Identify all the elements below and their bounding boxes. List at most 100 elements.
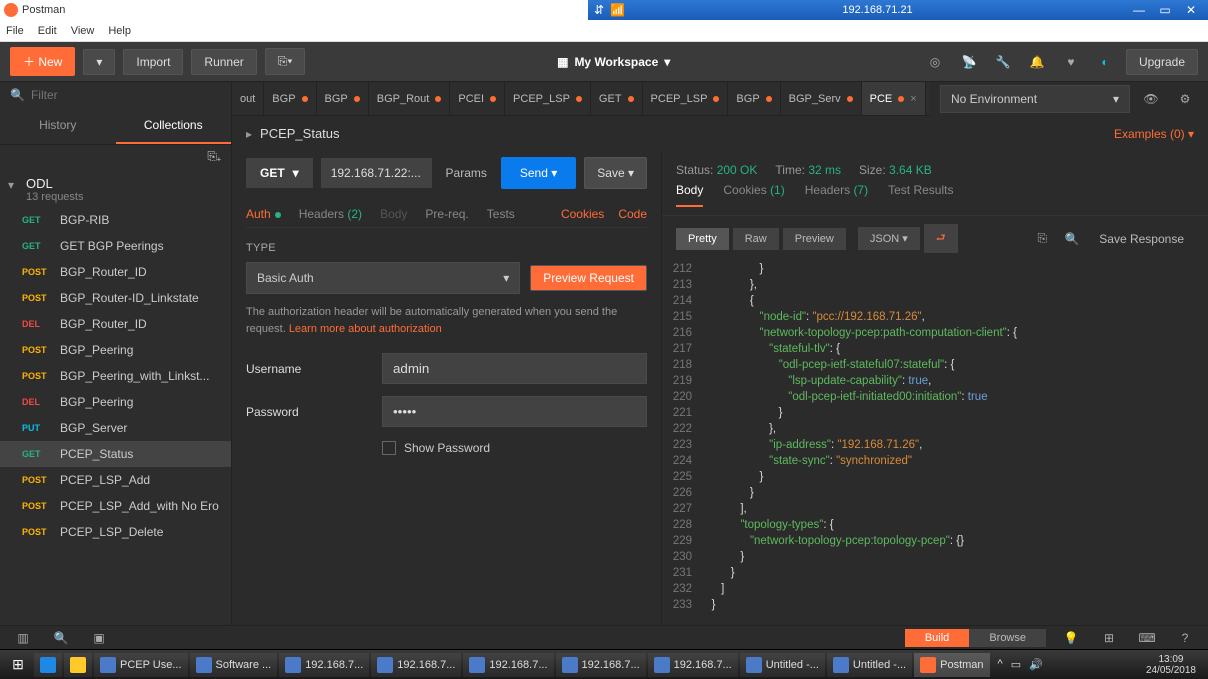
tab[interactable]: BGP_Rout: [369, 82, 451, 115]
params-button[interactable]: Params: [440, 158, 493, 188]
menu-help[interactable]: Help: [108, 25, 131, 37]
search-response-icon[interactable]: 🔍: [1059, 226, 1085, 252]
resp-tab-tests[interactable]: Test Results: [888, 183, 953, 207]
save-button[interactable]: Save ▾: [584, 157, 647, 189]
build-browse-switch[interactable]: Build Browse: [905, 629, 1046, 647]
tab[interactable]: PCEP_LSP: [643, 82, 729, 115]
close-button[interactable]: ✕: [1182, 3, 1200, 17]
user-icon[interactable]: ◐: [1092, 49, 1118, 75]
collection-header[interactable]: ▾ ODL 13 requests: [0, 168, 231, 207]
request-item[interactable]: DELBGP_Router_ID: [0, 311, 231, 337]
request-item[interactable]: POSTPCEP_LSP_Add: [0, 467, 231, 493]
heart-icon[interactable]: ♥: [1058, 49, 1084, 75]
code-link[interactable]: Code: [618, 207, 647, 221]
open-new-button[interactable]: ⎘▾: [265, 48, 306, 75]
examples-link[interactable]: Examples (0) ▾: [1114, 127, 1194, 141]
preview-request-button[interactable]: Preview Request: [530, 265, 647, 291]
tab-prereq[interactable]: Pre-req.: [425, 207, 468, 221]
request-item[interactable]: POSTBGP_Router-ID_Linkstate: [0, 285, 231, 311]
tab-collections[interactable]: Collections: [116, 108, 232, 144]
settings-icon[interactable]: 🔧: [990, 49, 1016, 75]
taskbar-item[interactable]: 192.168.7...: [279, 653, 369, 677]
tab[interactable]: GET: [591, 82, 643, 115]
taskbar-item[interactable]: Software ...: [190, 653, 278, 677]
chevron-right-icon[interactable]: ▸: [246, 127, 252, 141]
help-icon[interactable]: ?: [1172, 625, 1198, 651]
auth-type-select[interactable]: Basic Auth ▾: [246, 262, 520, 294]
taskbar-item[interactable]: Untitled -...: [740, 653, 825, 677]
taskbar-item[interactable]: Untitled -...: [827, 653, 912, 677]
cookies-link[interactable]: Cookies: [561, 207, 604, 221]
view-preview[interactable]: Preview: [783, 228, 846, 250]
save-response-button[interactable]: Save Response: [1089, 227, 1194, 251]
method-selector[interactable]: GET ▾: [246, 158, 313, 188]
tab-tests[interactable]: Tests: [487, 207, 515, 221]
tab-auth[interactable]: Auth: [246, 207, 281, 221]
password-field[interactable]: [382, 396, 647, 427]
new-collection-icon[interactable]: ⎘₊: [207, 149, 221, 164]
runner-button[interactable]: Runner: [191, 49, 256, 75]
environment-selector[interactable]: No Environment ▾: [940, 85, 1130, 113]
task-explorer[interactable]: [64, 653, 92, 677]
tab-history[interactable]: History: [0, 108, 116, 144]
request-item[interactable]: POSTBGP_Peering_with_Linkst...: [0, 363, 231, 389]
taskbar-item[interactable]: 192.168.7...: [371, 653, 461, 677]
tab[interactable]: BGP: [728, 82, 780, 115]
tab-headers[interactable]: Headers (2): [299, 207, 362, 221]
upgrade-button[interactable]: Upgrade: [1126, 49, 1198, 75]
show-password-checkbox[interactable]: [382, 441, 396, 455]
taskbar-item[interactable]: 192.168.7...: [463, 653, 553, 677]
resp-tab-body[interactable]: Body: [676, 183, 703, 207]
taskbar-item[interactable]: 192.168.7...: [556, 653, 646, 677]
import-button[interactable]: Import: [123, 49, 183, 75]
maximize-button[interactable]: ▭: [1156, 3, 1174, 17]
request-item[interactable]: GETPCEP_Status: [0, 441, 231, 467]
request-item[interactable]: POSTBGP_Router_ID: [0, 259, 231, 285]
pin-icon[interactable]: ⇵: [588, 3, 610, 17]
find-icon[interactable]: 🔍: [48, 625, 74, 651]
console-icon[interactable]: ▣: [86, 625, 112, 651]
bootcamp-icon[interactable]: 💡: [1058, 625, 1084, 651]
menu-file[interactable]: File: [6, 25, 24, 37]
capture-icon[interactable]: 📡: [956, 49, 982, 75]
filter-input[interactable]: [31, 88, 221, 102]
tab[interactable]: out: [232, 82, 264, 115]
minimize-button[interactable]: —: [1130, 3, 1148, 17]
view-raw[interactable]: Raw: [733, 228, 779, 250]
tab[interactable]: BGP: [264, 82, 316, 115]
request-item[interactable]: PUTBGP_Server: [0, 415, 231, 441]
request-item[interactable]: GETBGP-RIB: [0, 207, 231, 233]
menu-view[interactable]: View: [71, 25, 95, 37]
task-ie[interactable]: [34, 653, 62, 677]
system-tray[interactable]: ^▭🔊: [992, 658, 1049, 671]
request-item[interactable]: POSTPCEP_LSP_Delete: [0, 519, 231, 545]
format-select[interactable]: JSON ▾: [858, 227, 920, 250]
resp-tab-cookies[interactable]: Cookies (1): [723, 183, 784, 207]
view-pretty[interactable]: Pretty: [676, 228, 729, 250]
username-field[interactable]: [382, 353, 647, 384]
request-item[interactable]: GETGET BGP Peerings: [0, 233, 231, 259]
taskbar-item[interactable]: 192.168.7...: [648, 653, 738, 677]
send-button[interactable]: Send ▾: [501, 157, 576, 189]
tab[interactable]: PCE×: [862, 82, 926, 115]
learn-more-link[interactable]: Learn more about authorization: [289, 323, 442, 335]
layout-icon[interactable]: ⊞: [1096, 625, 1122, 651]
new-dropdown[interactable]: ▾: [83, 49, 115, 75]
tab-body[interactable]: Body: [380, 207, 407, 221]
sidebar-toggle-icon[interactable]: ▥: [10, 625, 36, 651]
taskbar-item[interactable]: PCEP Use...: [94, 653, 188, 677]
response-body[interactable]: 212 }213 },214 {215 "node-id": "pcc://19…: [662, 261, 1208, 625]
menu-edit[interactable]: Edit: [38, 25, 57, 37]
copy-icon[interactable]: ⎘: [1029, 226, 1055, 252]
wrap-icon[interactable]: ⮐: [924, 224, 958, 253]
resp-tab-headers[interactable]: Headers (7): [805, 183, 868, 207]
notifications-icon[interactable]: 🔔: [1024, 49, 1050, 75]
tab[interactable]: BGP: [317, 82, 369, 115]
workspace-selector[interactable]: ▦ My Workspace ▾: [557, 55, 670, 69]
tab[interactable]: BGP_Serv: [781, 82, 862, 115]
request-item[interactable]: DELBGP_Peering: [0, 389, 231, 415]
tab[interactable]: PCEP_LSP: [505, 82, 591, 115]
sync-icon[interactable]: ◎: [922, 49, 948, 75]
taskbar-item[interactable]: Postman: [914, 653, 989, 677]
tab[interactable]: PCEI: [450, 82, 505, 115]
